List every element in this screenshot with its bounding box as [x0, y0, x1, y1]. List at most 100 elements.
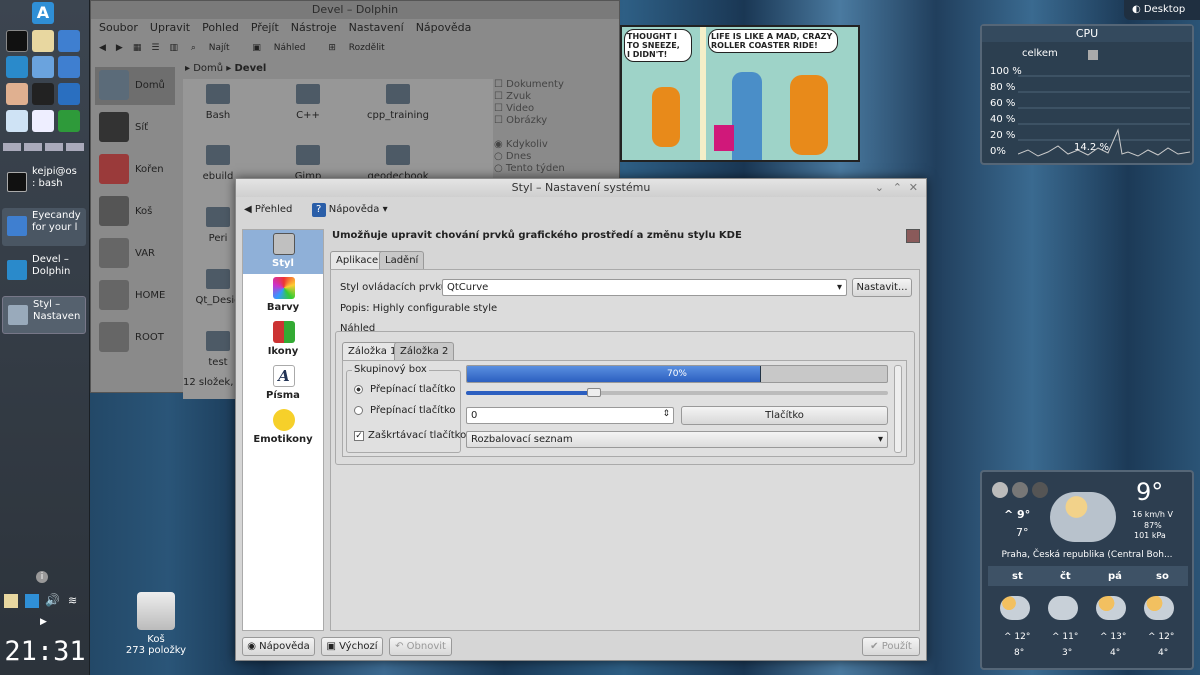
- app-icon-compass[interactable]: [58, 83, 80, 105]
- icons-view-icon[interactable]: ▦: [133, 43, 142, 53]
- app-icon-monitor[interactable]: [6, 56, 28, 78]
- reset-button[interactable]: ↶ Obnovit: [389, 637, 452, 656]
- app-icon-browser[interactable]: [32, 56, 54, 78]
- category-fonts[interactable]: A Písma: [243, 362, 323, 406]
- folder-item[interactable]: C++: [273, 84, 343, 121]
- crumb-home[interactable]: Domů: [193, 63, 223, 74]
- app-icon-tool[interactable]: [58, 56, 80, 78]
- clock[interactable]: 21:31: [0, 636, 90, 667]
- spin-arrows-icon[interactable]: ⇕: [662, 407, 670, 422]
- tray-expand-icon[interactable]: ▶: [40, 617, 47, 627]
- details-view-icon[interactable]: ☰: [151, 43, 159, 53]
- sun-tab-icon[interactable]: [992, 482, 1008, 498]
- maximize-icon[interactable]: ⌃: [893, 179, 902, 197]
- tab-applications[interactable]: Aplikace: [330, 251, 385, 269]
- slider[interactable]: [466, 388, 888, 397]
- category-icons[interactable]: Ikony: [243, 318, 323, 362]
- category-colors[interactable]: Barvy: [243, 274, 323, 318]
- dolphin-title[interactable]: Devel – Dolphin: [91, 1, 619, 19]
- columns-view-icon[interactable]: ▥: [169, 43, 178, 53]
- apply-button[interactable]: ✔ Použít: [862, 637, 920, 656]
- menu-nastaveni[interactable]: Nastavení: [349, 21, 404, 34]
- preview-button[interactable]: ▣ Náhled: [252, 43, 315, 53]
- filter-documents[interactable]: ☐ Dokumenty: [494, 79, 614, 91]
- cashew-icon: ◐: [1132, 4, 1141, 15]
- place-root[interactable]: Kořen: [95, 151, 175, 189]
- desktop-toolbox[interactable]: ◐ Desktop: [1124, 0, 1200, 20]
- task-style[interactable]: Styl – Nastaven: [2, 296, 86, 334]
- place-var[interactable]: VAR: [95, 235, 175, 273]
- date-anytime[interactable]: ◉ Kdykoliv: [494, 139, 614, 151]
- network-icon[interactable]: ≋: [68, 594, 77, 607]
- info-tab-icon[interactable]: [1012, 482, 1028, 498]
- folder-item[interactable]: Bash: [183, 84, 253, 121]
- menu-prejit[interactable]: Přejít: [251, 21, 279, 34]
- forward-icon[interactable]: ▶: [116, 43, 123, 53]
- dialog-titlebar[interactable]: Styl – Nastavení systému ⌄ ⌃ ✕: [236, 179, 926, 197]
- day-low: 3°: [1062, 648, 1073, 658]
- place-network[interactable]: Síť: [95, 109, 175, 147]
- menu-upravit[interactable]: Upravit: [150, 21, 190, 34]
- close-icon[interactable]: ✕: [909, 179, 918, 197]
- desktop-pager[interactable]: [3, 143, 87, 151]
- volume-icon[interactable]: 🔊: [45, 593, 60, 607]
- tray-update-icon[interactable]: [25, 594, 39, 608]
- place-trash[interactable]: Koš: [95, 193, 175, 231]
- spin-box[interactable]: 0 ⇕: [466, 407, 674, 424]
- launcher-icon[interactable]: A: [32, 2, 54, 24]
- task-terminal[interactable]: kejpi@os : bash: [2, 164, 86, 202]
- back-icon[interactable]: ◀: [99, 43, 106, 53]
- preview-combo[interactable]: Rozbalovací seznam ▾: [466, 431, 888, 448]
- category-emoticons[interactable]: Emotikony: [243, 406, 323, 450]
- minimize-icon[interactable]: ⌄: [875, 179, 884, 197]
- app-icon-settings[interactable]: [58, 30, 80, 52]
- category-style[interactable]: Styl: [243, 230, 323, 274]
- folder-item[interactable]: ebuild: [183, 145, 253, 182]
- folder-item[interactable]: geodecbook: [363, 145, 433, 182]
- help-menu-button[interactable]: ? Nápověda ▾: [311, 203, 388, 217]
- preview-scrollbar[interactable]: [894, 365, 902, 453]
- task-eyecandy[interactable]: Eyecandy for your l: [2, 208, 86, 246]
- folder-item[interactable]: Gimp: [273, 145, 343, 182]
- configure-button[interactable]: Nastavit...: [852, 278, 912, 297]
- preview-button[interactable]: Tlačítko: [681, 406, 888, 425]
- split-button[interactable]: ⊞ Rozdělit: [328, 43, 394, 53]
- menu-nastroje[interactable]: Nástroje: [291, 21, 337, 34]
- app-icon-camera[interactable]: [32, 83, 54, 105]
- filter-audio[interactable]: ☐ Zvuk: [494, 91, 614, 103]
- folder-item[interactable]: cpp_training: [363, 84, 433, 121]
- desktop-trash[interactable]: Koš 273 položky: [120, 592, 192, 656]
- widget-style-select[interactable]: QtCurve ▾: [442, 279, 847, 296]
- checkbox[interactable]: ✓: [354, 431, 364, 441]
- slider-handle[interactable]: [586, 388, 601, 397]
- task-dolphin[interactable]: Devel – Dolphin: [2, 252, 86, 290]
- place-home-drive[interactable]: HOME: [95, 277, 175, 315]
- radio-1[interactable]: [354, 385, 363, 394]
- radio-2[interactable]: [354, 406, 363, 415]
- overview-button[interactable]: ◀ Přehled: [244, 204, 292, 215]
- filter-images[interactable]: ☐ Obrázky: [494, 115, 614, 127]
- app-icon-calc[interactable]: [58, 110, 80, 132]
- crumb-devel[interactable]: Devel: [235, 63, 267, 74]
- find-button[interactable]: ⌕ Najít: [191, 43, 240, 53]
- app-icon-writer[interactable]: [32, 110, 54, 132]
- app-icon-terminal[interactable]: [6, 30, 28, 52]
- settings-tab-icon[interactable]: [1032, 482, 1048, 498]
- app-icon-notes[interactable]: [32, 30, 54, 52]
- menu-soubor[interactable]: Soubor: [99, 21, 138, 34]
- app-icon-dolphin[interactable]: [6, 110, 28, 132]
- tab-finetuning[interactable]: Ladění: [379, 251, 425, 269]
- date-week[interactable]: ○ Tento týden: [494, 163, 614, 175]
- app-icon-eye[interactable]: [6, 83, 28, 105]
- place-root-drive[interactable]: ROOT: [95, 319, 175, 357]
- info-icon[interactable]: i: [36, 571, 48, 583]
- help-button[interactable]: ◉ Nápověda: [242, 637, 315, 656]
- date-today[interactable]: ○ Dnes: [494, 151, 614, 163]
- place-home[interactable]: Domů: [95, 67, 175, 105]
- defaults-button[interactable]: ▣ Výchozí: [321, 637, 383, 656]
- filter-video[interactable]: ☐ Video: [494, 103, 614, 115]
- menu-napoveda[interactable]: Nápověda: [416, 21, 472, 34]
- menu-pohled[interactable]: Pohled: [202, 21, 239, 34]
- preview-tab-2[interactable]: Záložka 2: [394, 342, 455, 360]
- tray-notes-icon[interactable]: [4, 594, 18, 608]
